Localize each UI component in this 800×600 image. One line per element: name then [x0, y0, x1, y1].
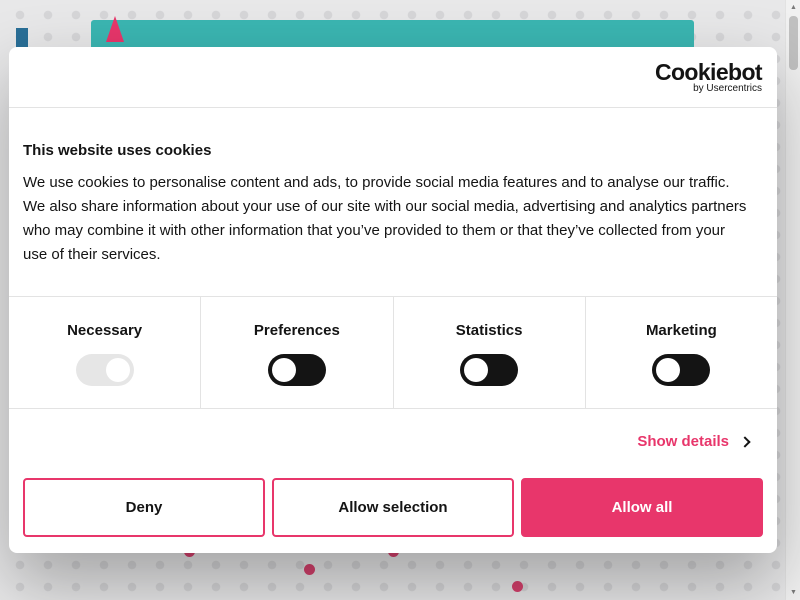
- toggle-knob: [105, 358, 130, 382]
- category-necessary: Necessary: [9, 297, 202, 408]
- marketing-toggle[interactable]: [652, 354, 711, 386]
- consent-buttons: Deny Allow selection Allow all: [23, 478, 763, 537]
- preferences-toggle[interactable]: [267, 354, 326, 386]
- scroll-down-icon[interactable]: ▼: [786, 585, 800, 600]
- allow-all-button[interactable]: Allow all: [521, 478, 763, 537]
- category-marketing: Marketing: [586, 297, 777, 408]
- background-arrow-icon: [106, 16, 124, 42]
- category-label: Statistics: [455, 322, 523, 339]
- scroll-up-icon[interactable]: ▲: [786, 0, 800, 15]
- cookie-consent-dialog: Cookiebot by Usercentrics This website u…: [9, 47, 777, 553]
- scroll-thumb[interactable]: [789, 16, 798, 70]
- category-label: Preferences: [253, 322, 340, 339]
- toggle-knob: [656, 358, 681, 382]
- show-details-link[interactable]: Show details: [637, 433, 751, 450]
- necessary-toggle: [75, 354, 134, 386]
- cookiebot-logo: Cookiebot by Usercentrics: [654, 59, 763, 94]
- dialog-description: We use cookies to personalise content an…: [23, 174, 747, 263]
- chevron-right-icon: [739, 435, 751, 448]
- dialog-body: This website uses cookies We use cookies…: [9, 108, 777, 267]
- dialog-title: This website uses cookies: [23, 142, 212, 159]
- category-statistics: Statistics: [394, 297, 586, 408]
- allow-selection-button[interactable]: Allow selection: [272, 478, 514, 537]
- background-dot: [512, 581, 523, 592]
- category-label: Marketing: [645, 322, 717, 339]
- toggle-knob: [464, 358, 489, 382]
- deny-button[interactable]: Deny: [23, 478, 265, 537]
- page-scrollbar[interactable]: ▲ ▼: [785, 0, 800, 600]
- category-preferences: Preferences: [201, 297, 394, 408]
- statistics-toggle[interactable]: [460, 354, 519, 386]
- category-label: Necessary: [67, 322, 143, 339]
- show-details-label: Show details: [637, 433, 729, 450]
- cookie-categories: Necessary Preferences Statistics Marketi…: [9, 296, 777, 409]
- background-dot: [304, 564, 315, 575]
- toggle-knob: [271, 358, 296, 382]
- dialog-header: Cookiebot by Usercentrics: [9, 47, 777, 108]
- brand-name: Cookiebot: [654, 59, 763, 85]
